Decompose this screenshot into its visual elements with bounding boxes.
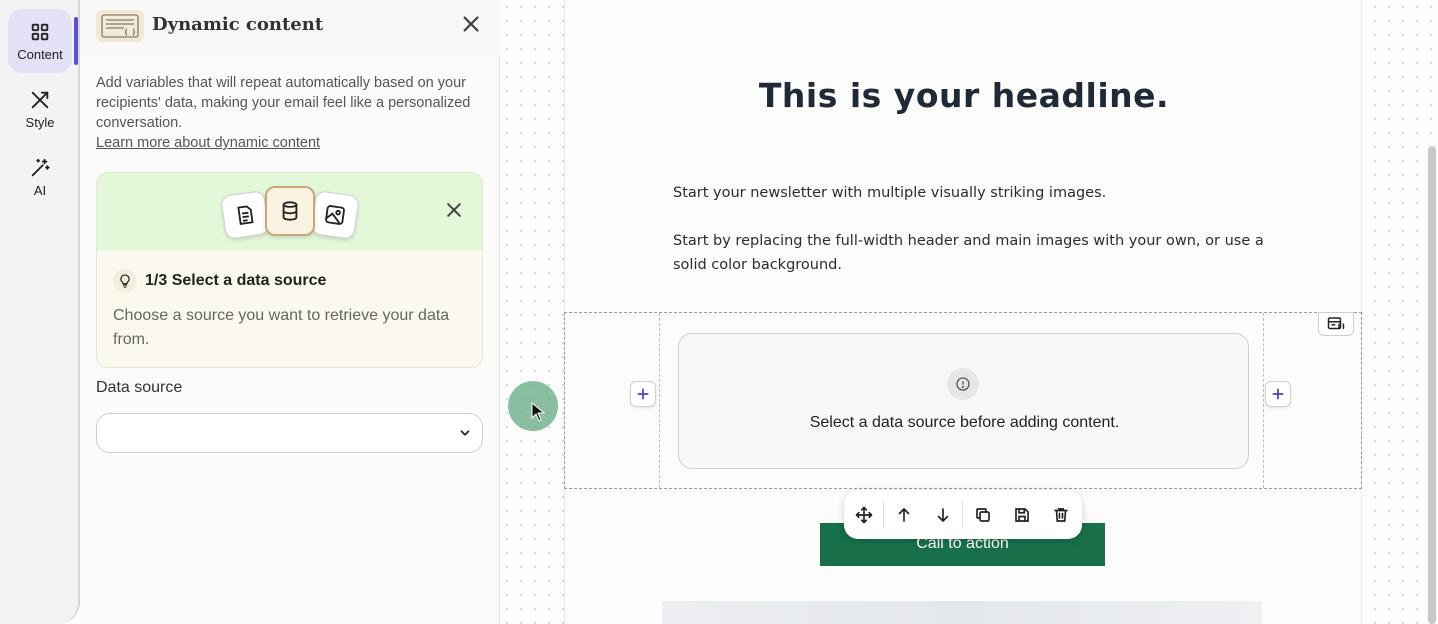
lightbulb-icon (113, 269, 137, 293)
rail-item-style[interactable]: Style (8, 77, 72, 141)
rail-item-ai[interactable]: AI (8, 145, 72, 209)
block-toolbar (844, 490, 1082, 539)
learn-more-link[interactable]: Learn more about dynamic content (96, 135, 320, 151)
card-illustration (97, 173, 482, 250)
add-block-left-button[interactable] (630, 381, 656, 407)
active-indicator (74, 17, 78, 65)
duplicate-button[interactable] (963, 490, 1002, 539)
dynamic-content-placeholder[interactable]: Select a data source before adding conte… (678, 333, 1249, 469)
move-up-button[interactable] (884, 490, 923, 539)
data-source-label: Data source (96, 379, 183, 396)
image-icon (310, 190, 360, 240)
footer-image (662, 601, 1262, 624)
email-headline[interactable]: This is your headline. (565, 76, 1363, 115)
plus-icon (637, 388, 649, 400)
email-paragraph[interactable]: Start by replacing the full-width header… (673, 229, 1273, 277)
save-button[interactable] (1002, 490, 1041, 539)
panel-header: Dynamic content (80, 0, 500, 56)
rail-item-label: AI (33, 182, 47, 198)
magic-wand-icon (31, 158, 50, 176)
database-icon (265, 186, 315, 236)
step-title: 1/3 Select a data source (145, 272, 327, 289)
onboarding-card: 1/3 Select a data source Choose a source… (96, 172, 483, 368)
dynamic-block-tag[interactable] (1318, 312, 1354, 336)
placeholder-message: Select a data source before adding conte… (809, 414, 1120, 431)
chevron-down-icon (460, 430, 470, 436)
brush-icon (31, 91, 49, 108)
arrow-up-icon (898, 507, 909, 522)
rail-item-label: Content (17, 46, 63, 62)
close-icon[interactable] (460, 13, 482, 35)
panel-description: Add variables that will repeat automatic… (96, 75, 471, 131)
data-source-select[interactable] (96, 413, 483, 453)
move-down-button[interactable] (923, 490, 962, 539)
arrow-down-icon (937, 507, 948, 522)
left-rail: Content Style AI (0, 0, 80, 624)
email-paragraph[interactable]: Start your newsletter with multiple visu… (673, 181, 1273, 205)
move-icon (855, 506, 872, 523)
panel-title: Dynamic content (152, 14, 324, 35)
close-icon[interactable] (444, 200, 464, 220)
dynamic-content-panel: Dynamic content Add variables that will … (80, 0, 500, 624)
dynamic-content-icon (1327, 317, 1345, 330)
step-description: Choose a source you want to retrieve you… (113, 307, 450, 348)
dynamic-content-block[interactable]: Select a data source before adding conte… (564, 312, 1362, 489)
rail-item-content[interactable]: Content (8, 9, 72, 73)
cursor-icon (531, 402, 545, 422)
info-icon (947, 368, 979, 400)
dynamic-content-icon (96, 10, 144, 42)
rail-item-label: Style (25, 114, 55, 130)
grid-icon (31, 23, 49, 40)
trash-icon (1053, 507, 1068, 522)
delete-button[interactable] (1041, 490, 1080, 539)
copy-icon (975, 507, 990, 522)
save-icon (1014, 507, 1029, 522)
document-icon (220, 190, 270, 240)
canvas-scrollbar[interactable] (1428, 146, 1436, 624)
plus-icon (1272, 388, 1284, 400)
add-block-right-button[interactable] (1265, 381, 1291, 407)
move-button[interactable] (844, 490, 883, 539)
